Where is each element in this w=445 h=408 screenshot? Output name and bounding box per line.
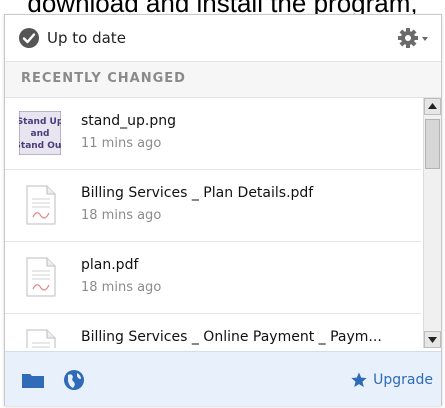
upgrade-label: Upgrade <box>373 372 433 388</box>
file-time: 11 mins ago <box>81 136 162 151</box>
star-icon <box>351 372 367 387</box>
file-time: 18 mins ago <box>81 208 162 223</box>
scroll-down-button[interactable] <box>424 331 441 348</box>
file-name: stand_up.png <box>81 113 176 129</box>
section-title: RECENTLY CHANGED <box>21 71 186 86</box>
file-time: 18 mins ago <box>81 280 162 295</box>
footer-bar: Upgrade <box>5 351 441 406</box>
pdf-file-icon <box>26 257 56 297</box>
gear-dropdown-icon[interactable] <box>397 26 431 50</box>
sync-popup-window: Up to date RECENTLY CHANGED Stand Up and… <box>4 14 442 406</box>
file-name: Billing Services _ Online Payment _ Paym… <box>81 329 382 345</box>
scroll-up-button[interactable] <box>424 98 441 115</box>
upgrade-button[interactable]: Upgrade <box>351 369 433 391</box>
arrow-up-icon <box>428 103 437 109</box>
thumbnail-text-line-1: Stand Up <box>19 117 61 127</box>
list-item[interactable]: plan.pdf 18 mins ago <box>5 242 421 314</box>
pdf-file-icon <box>26 329 56 348</box>
list-item[interactable]: Stand Up and Stand Out stand_up.png 11 m… <box>5 98 421 170</box>
scrollbar[interactable] <box>423 98 441 348</box>
check-circle-icon <box>19 28 39 48</box>
status-text: Up to date <box>47 29 126 47</box>
pdf-file-icon <box>26 185 56 225</box>
scroll-thumb[interactable] <box>425 119 440 169</box>
globe-icon[interactable] <box>63 369 85 391</box>
thumbnail-text-line-2: and <box>31 129 50 139</box>
thumbnail-text-line-3: Stand Out <box>19 141 61 151</box>
recent-files-list: Stand Up and Stand Out stand_up.png 11 m… <box>5 98 421 348</box>
list-item[interactable]: Billing Services _ Plan Details.pdf 18 m… <box>5 170 421 242</box>
image-thumbnail: Stand Up and Stand Out <box>19 111 61 155</box>
file-name: Billing Services _ Plan Details.pdf <box>81 185 314 201</box>
arrow-down-icon <box>428 337 437 343</box>
section-header: RECENTLY CHANGED <box>5 62 441 98</box>
status-header: Up to date <box>5 15 441 62</box>
folder-icon[interactable] <box>21 371 45 389</box>
list-item[interactable]: Billing Services _ Online Payment _ Paym… <box>5 314 421 348</box>
file-name: plan.pdf <box>81 257 139 273</box>
